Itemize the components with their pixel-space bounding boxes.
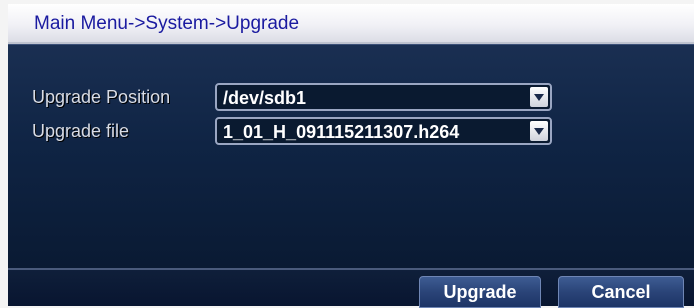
- upgrade-file-label: Upgrade file: [32, 121, 130, 141]
- button-bar: Upgrade Cancel: [8, 268, 694, 308]
- upgrade-position-value: /dev/sdb1: [223, 88, 307, 108]
- upgrade-position-select[interactable]: /dev/sdb1: [215, 83, 552, 111]
- upgrade-dialog: Main Menu->System->Upgrade Upgrade Posit…: [8, 4, 694, 308]
- upgrade-file-select[interactable]: 1_01_H_091115211307.h264: [215, 117, 552, 145]
- upgrade-file-value: 1_01_H_091115211307.h264: [223, 122, 460, 142]
- upgrade-form: Upgrade Position /dev/sdb1 Upgrade file …: [8, 44, 694, 268]
- upgrade-button[interactable]: Upgrade: [419, 276, 541, 308]
- breadcrumb-title: Main Menu->System->Upgrade: [34, 13, 300, 34]
- title-bar: Main Menu->System->Upgrade: [8, 4, 694, 44]
- upgrade-position-label: Upgrade Position: [32, 87, 171, 107]
- chevron-down-icon[interactable]: [530, 121, 548, 141]
- cancel-button[interactable]: Cancel: [558, 276, 684, 308]
- chevron-down-icon[interactable]: [530, 87, 548, 107]
